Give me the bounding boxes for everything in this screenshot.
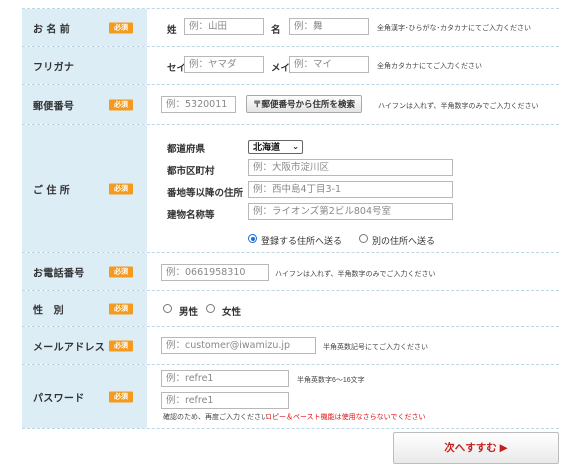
registration-form: お 名 前 必須 姓 例：山田 名 例：舞 全角漢字･ひらがな･カタカナにてご入… <box>22 8 559 429</box>
name-note: 全角漢字･ひらがな･カタカナにてご入力ください <box>377 25 531 32</box>
password-confirm-note: 確認のため、再度ご入力ください <box>163 414 268 421</box>
required-badge: 必須 <box>109 22 133 33</box>
row-gender: 性 別 必須 男性 女性 <box>22 291 559 327</box>
required-badge: 必須 <box>109 303 133 314</box>
pref-select[interactable]: 北海道 ⌄ <box>248 140 303 154</box>
kana-note: 全角カタカナにてご入力ください <box>377 63 482 70</box>
row-zip: 郵便番号 必須 例：5320011 〒郵便番号から住所を検索 ハイフンは入れず、… <box>22 85 559 125</box>
email-input[interactable]: 例：customer@iwamizu.jp <box>161 337 316 354</box>
sei-kana-input[interactable]: 例：ヤマダ <box>184 56 264 73</box>
row-email: メールアドレス 必須 例：customer@iwamizu.jp 半角英数記号に… <box>22 327 559 365</box>
pref-label: 都道府県 <box>167 144 206 155</box>
required-badge: 必須 <box>109 340 133 351</box>
required-badge: 必須 <box>109 99 133 110</box>
required-badge: 必須 <box>109 266 133 277</box>
sei-label: 姓 <box>167 25 177 36</box>
radio-registered-label: 登録する住所へ送る <box>261 236 343 246</box>
male-label: 男性 <box>179 307 199 318</box>
female-label: 女性 <box>222 307 242 318</box>
phone-note: ハイフンは入れず、半角数字のみでご入力ください <box>275 271 436 278</box>
radio-female[interactable] <box>206 304 215 313</box>
zip-search-button[interactable]: 〒郵便番号から住所を検索 <box>246 95 363 113</box>
building-input[interactable]: 例：ライオンズ第2ビル804号室 <box>248 203 453 220</box>
radio-other-label: 別の住所へ送る <box>372 236 436 246</box>
building-label: 建物名称等 <box>167 210 215 221</box>
kana-label: フリガナ <box>33 62 75 73</box>
next-button[interactable]: 次へすすむ ▶ <box>393 432 559 464</box>
row-address: ご 住 所 必須 都道府県 北海道 ⌄ 都市区町村 例：大阪市淀川区 番地等以降… <box>22 125 559 253</box>
mei-kana-label: メイ <box>271 63 291 74</box>
password-label: パスワード <box>33 393 85 404</box>
radio-male[interactable] <box>163 304 172 313</box>
phone-label: お電話番号 <box>33 268 85 279</box>
gender-label: 性 別 <box>33 305 64 316</box>
mei-kana-input[interactable]: 例：マイ <box>289 56 369 73</box>
zip-input[interactable]: 例：5320011 <box>161 96 236 113</box>
required-badge: 必須 <box>109 183 133 194</box>
password-input[interactable]: 例：refre1 <box>161 370 289 387</box>
password-note: 半角英数字6〜16文字 <box>297 377 365 384</box>
row-name: お 名 前 必須 姓 例：山田 名 例：舞 全角漢字･ひらがな･カタカナにてご入… <box>22 9 559 47</box>
city-input[interactable]: 例：大阪市淀川区 <box>248 159 453 176</box>
row-phone: お電話番号 必須 例：0661958310 ハイフンは入れず、半角数字のみでご入… <box>22 253 559 291</box>
required-badge: 必須 <box>109 391 133 402</box>
row-kana: フリガナ セイ 例：ヤマダ メイ 例：マイ 全角カタカナにてご入力ください <box>22 47 559 85</box>
street-label: 番地等以降の住所 <box>167 188 244 199</box>
row-password: パスワード 必須 例：refre1 半角英数字6〜16文字 例：refre1 確… <box>22 365 559 429</box>
mei-label: 名 <box>271 25 281 36</box>
password-confirm-input[interactable]: 例：refre1 <box>161 392 289 409</box>
street-input[interactable]: 例：西中島4丁目3-1 <box>248 181 453 198</box>
copy-paste-warning: コピー＆ペースト機能は使用なさらないでください <box>265 414 426 421</box>
email-label: メールアドレス <box>33 342 106 353</box>
radio-other-address[interactable] <box>359 234 368 243</box>
zip-note: ハイフンは入れず、半角数字のみでご入力ください <box>378 103 539 110</box>
email-note: 半角英数記号にてご入力ください <box>323 344 428 351</box>
zip-label: 郵便番号 <box>33 101 75 112</box>
pref-select-value: 北海道 <box>253 142 281 152</box>
phone-input[interactable]: 例：0661958310 <box>161 264 269 281</box>
city-label: 都市区町村 <box>167 166 215 177</box>
chevron-down-icon: ⌄ <box>292 142 299 151</box>
address-label: ご 住 所 <box>33 185 71 196</box>
radio-registered-address[interactable] <box>248 234 257 243</box>
mei-input[interactable]: 例：舞 <box>289 18 369 35</box>
sei-input[interactable]: 例：山田 <box>184 18 264 35</box>
name-label: お 名 前 <box>33 24 71 35</box>
